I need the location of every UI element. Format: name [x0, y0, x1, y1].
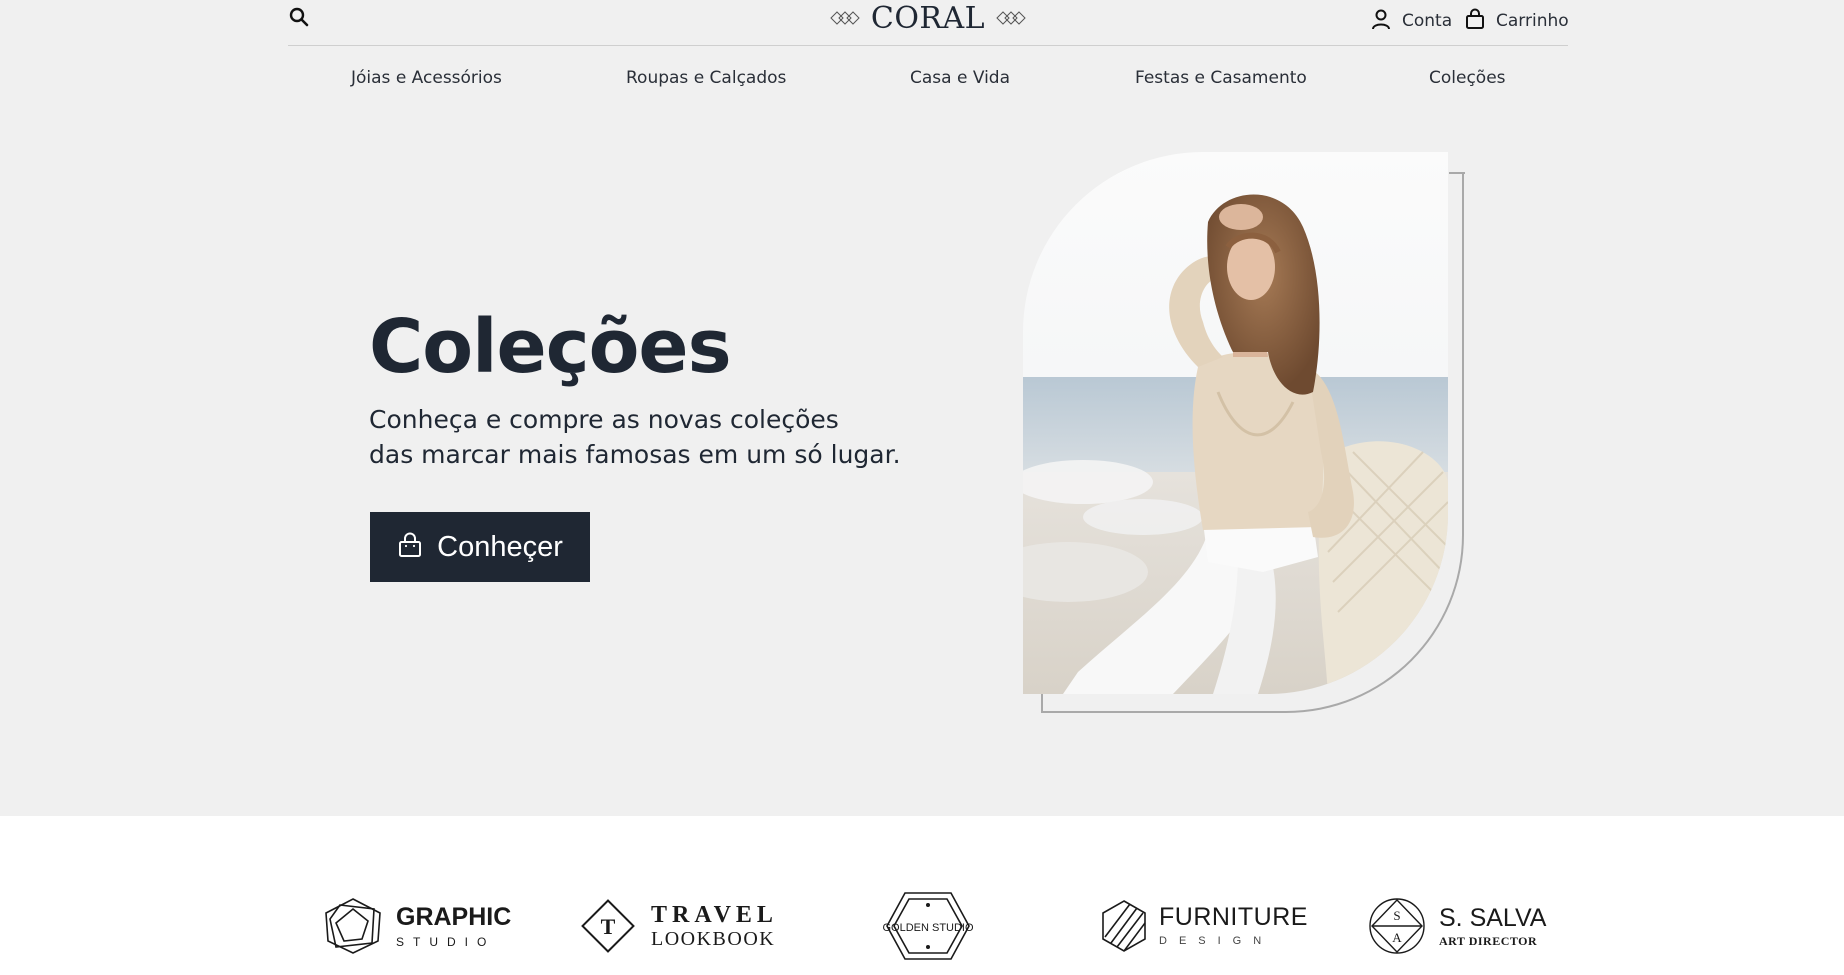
nav-item-roupas[interactable]: Roupas e Calçados: [626, 68, 786, 88]
hero-subtitle-line-1: Conheça e compre as novas coleções: [369, 405, 839, 434]
brand-golden-studio[interactable]: GOLDEN STUDIO: [883, 890, 973, 962]
graphic-studio-title: GRAPHIC: [396, 902, 512, 931]
s-salva-title: S. SALVA: [1439, 903, 1547, 932]
nav-item-colecoes[interactable]: Coleções: [1429, 68, 1506, 88]
site-header: CORAL Conta Carrinho: [288, 0, 1569, 46]
s-salva-subtitle: ART DIRECTOR: [1439, 933, 1538, 948]
furniture-design-logo-icon: [1102, 900, 1146, 952]
cart-label: Carrinho: [1496, 11, 1569, 31]
travel-lookbook-title: TRAVEL: [651, 902, 778, 928]
cart-link[interactable]: Carrinho: [1464, 6, 1569, 36]
brand-s-salva[interactable]: S A S. SALVA ART DIRECTOR: [1367, 890, 1546, 962]
logo-ornament-right-icon: [996, 11, 1026, 25]
nav-item-festas[interactable]: Festas e Casamento: [1135, 68, 1307, 88]
golden-studio-logo-icon: GOLDEN STUDIO: [883, 892, 973, 960]
graphic-studio-logo-icon: [325, 898, 381, 954]
s-salva-badge-top: S: [1393, 908, 1400, 923]
s-salva-badge-bottom: A: [1392, 930, 1402, 945]
user-icon: [1370, 8, 1392, 34]
nav-item-joias[interactable]: Jóias e Acessórios: [351, 68, 502, 88]
brands-strip: GRAPHIC STUDIO T TRAVEL LOOKBOOK GOLDEN …: [0, 816, 1844, 975]
hero-photo: [1023, 152, 1448, 694]
hero-subtitle: Conheça e compre as novas coleções das m…: [369, 402, 929, 472]
travel-lookbook-logo-icon: T: [581, 899, 635, 953]
nav-item-casa[interactable]: Casa e Vida: [910, 68, 1010, 88]
brand-furniture-design[interactable]: FURNITURE DESIGN: [1101, 890, 1308, 962]
conhecer-button-label: Conheçer: [437, 530, 563, 563]
golden-studio-title: GOLDEN STUDIO: [883, 922, 973, 934]
main-nav: Jóias e Acessórios Roupas e Calçados Cas…: [288, 62, 1568, 96]
photo-frame-outline-left: [1041, 692, 1043, 713]
search-icon[interactable]: [288, 6, 310, 28]
hero-subtitle-line-2: das marcar mais famosas em um só lugar.: [369, 440, 901, 469]
shopping-bag-icon: [397, 532, 423, 562]
travel-lookbook-subtitle: LOOKBOOK: [651, 928, 776, 950]
conhecer-button[interactable]: Conheçer: [370, 512, 590, 582]
s-salva-logo-icon: S A: [1369, 898, 1425, 954]
logo-text: CORAL: [870, 0, 986, 36]
logo-ornament-left-icon: [830, 11, 860, 25]
account-link[interactable]: Conta: [1370, 6, 1452, 36]
account-label: Conta: [1402, 11, 1453, 31]
hero-title: Coleções: [369, 304, 732, 390]
travel-lookbook-badge: T: [601, 914, 616, 939]
furniture-design-subtitle: DESIGN: [1159, 935, 1274, 947]
brand-graphic-studio[interactable]: GRAPHIC STUDIO: [322, 890, 511, 962]
shopping-bag-icon: [1464, 8, 1486, 34]
graphic-studio-subtitle: STUDIO: [396, 934, 496, 949]
photo-frame-outline-top: [1449, 172, 1465, 174]
brand-travel-lookbook[interactable]: T TRAVEL LOOKBOOK: [577, 890, 778, 962]
site-logo[interactable]: CORAL: [748, 0, 1108, 36]
furniture-design-title: FURNITURE: [1159, 903, 1308, 931]
